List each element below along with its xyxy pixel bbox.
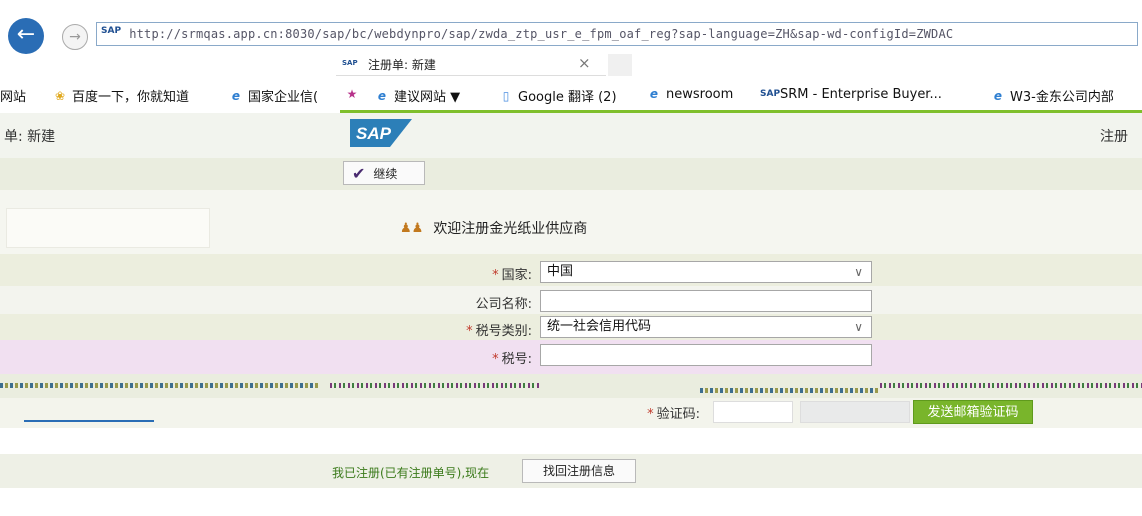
chevron-down-icon: ∨ <box>854 320 863 334</box>
tax-number-field[interactable] <box>540 344 872 366</box>
favorite-item[interactable]: e W3-金东公司内部 <box>990 86 1114 106</box>
favorite-label: Google 翻译 (2) <box>518 90 617 105</box>
continue-label: 继续 <box>373 166 398 181</box>
new-tab-button[interactable] <box>608 54 632 76</box>
ie-icon: e <box>649 87 659 101</box>
browser-window: ← → SAP http://srmqas.app.cn:8030/sap/bc… <box>0 0 1142 516</box>
favorite-item[interactable]: SAP SRM - Enterprise Buyer... <box>760 86 942 102</box>
sap-icon: SAP <box>760 89 781 99</box>
required-mark: * <box>466 324 473 339</box>
favorite-item[interactable]: e 建议网站 ▼ <box>374 86 461 106</box>
send-email-code-button[interactable]: 发送邮箱验证码 <box>913 400 1033 424</box>
company-name-field[interactable] <box>540 290 872 312</box>
required-mark: * <box>647 407 654 422</box>
country-select[interactable]: 中国 ∨ <box>540 261 872 283</box>
captcha-image[interactable] <box>800 401 910 423</box>
header-right-title: 注册 <box>1100 129 1128 145</box>
page-header: 单: 新建 SAP 注册 <box>0 113 1142 158</box>
garbled-text <box>880 383 1142 388</box>
country-row: * 国家: 中国 ∨ <box>0 254 1142 286</box>
tax-type-value: 统一社会信用代码 <box>547 319 652 334</box>
ie-icon: e <box>231 88 241 103</box>
country-value: 中国 <box>547 264 574 279</box>
underline-link[interactable] <box>24 420 154 422</box>
tax-type-row: * 税号类别: 统一社会信用代码 ∨ <box>0 314 1142 340</box>
favorite-item[interactable]: ★ <box>344 86 360 102</box>
garbled-text <box>0 383 320 388</box>
favorite-item[interactable]: e newsroom <box>646 86 733 102</box>
star-folder-icon: ★ <box>346 87 358 101</box>
favorite-label: 百度一下，你就知道 <box>72 90 190 105</box>
company-row: 公司名称: <box>0 286 1142 314</box>
favorite-item[interactable]: e 国家企业信( <box>228 86 319 106</box>
garbled-text <box>700 388 880 393</box>
retrieve-row: 我已注册(已有注册单号),现在 找回注册信息 <box>0 454 1142 488</box>
retrieve-info-button[interactable]: 找回注册信息 <box>522 459 636 483</box>
required-mark: * <box>492 352 499 367</box>
retrieve-text: 我已注册(已有注册单号),现在 <box>332 466 490 480</box>
favorite-label: SRM - Enterprise Buyer... <box>780 86 942 102</box>
people-icon: ♟♟ <box>400 220 424 236</box>
url-field[interactable]: SAP http://srmqas.app.cn:8030/sap/bc/web… <box>96 22 1138 46</box>
favorite-label: newsroom <box>666 86 734 102</box>
tax-type-select[interactable]: 统一社会信用代码 ∨ <box>540 316 872 338</box>
tax-type-label: * 税号类别: <box>466 324 532 339</box>
sap-tab-icon: SAP <box>342 59 358 67</box>
favorites-bar: 网站 ❀ 百度一下，你就知道 e 国家企业信( ★ e 建议网站 ▼ ▯ Goo… <box>0 78 1142 112</box>
chevron-down-icon: ∨ <box>854 265 863 279</box>
favorite-label: W3-金东公司内部 <box>1010 90 1114 105</box>
company-label: 公司名称: <box>475 297 532 312</box>
welcome-text: 欢迎注册金光纸业供应商 <box>433 221 588 237</box>
favorite-label: 网站 <box>0 90 27 105</box>
tax-number-row: * 税号: <box>0 340 1142 374</box>
sap-logo: SAP <box>350 119 412 147</box>
back-icon[interactable]: ← <box>8 18 44 54</box>
garbled-text <box>330 383 540 388</box>
tax-number-label: * 税号: <box>492 352 532 367</box>
checkmark-icon: ✔ <box>352 163 366 183</box>
forward-icon[interactable]: → <box>62 24 88 50</box>
toolbar: ✔ 继续 <box>0 158 1142 190</box>
favorite-item[interactable]: ▯ Google 翻译 (2) <box>498 86 617 106</box>
ie-icon: e <box>993 88 1003 103</box>
tab-close-icon[interactable]: × <box>578 54 591 72</box>
sap-logo-text: SAP <box>356 124 392 143</box>
favorite-item[interactable]: ❀ 百度一下，你就知道 <box>52 86 190 106</box>
country-label: * 国家: <box>492 268 532 283</box>
garbled-row <box>0 374 1142 400</box>
welcome-section: ♟♟ 欢迎注册金光纸业供应商 <box>0 190 1142 254</box>
required-mark: * <box>492 268 499 283</box>
left-panel <box>6 208 210 248</box>
favorite-item[interactable]: 网站 <box>0 86 26 105</box>
continue-button[interactable]: ✔ 继续 <box>343 161 425 185</box>
tab-title: 注册单: 新建 <box>368 58 436 72</box>
translate-icon: ▯ <box>502 88 510 103</box>
captcha-row: * 验证码: 发送邮箱验证码 <box>0 398 1142 428</box>
ie-icon: e <box>377 88 387 103</box>
welcome-heading: ♟♟ 欢迎注册金光纸业供应商 <box>400 218 587 238</box>
favorite-label: 国家企业信( <box>248 90 319 105</box>
captcha-label: * 验证码: <box>647 407 700 422</box>
address-bar-row: ← → SAP http://srmqas.app.cn:8030/sap/bc… <box>0 0 1142 54</box>
favorite-label: 建议网站 ▼ <box>394 90 461 105</box>
sap-site-icon: SAP <box>101 26 122 36</box>
captcha-input[interactable] <box>713 401 793 423</box>
browser-tab[interactable]: SAP 注册单: 新建 × <box>336 52 606 76</box>
page-title: 单: 新建 <box>4 129 56 145</box>
paw-icon: ❀ <box>54 88 66 103</box>
url-text: http://srmqas.app.cn:8030/sap/bc/webdynp… <box>129 27 954 41</box>
